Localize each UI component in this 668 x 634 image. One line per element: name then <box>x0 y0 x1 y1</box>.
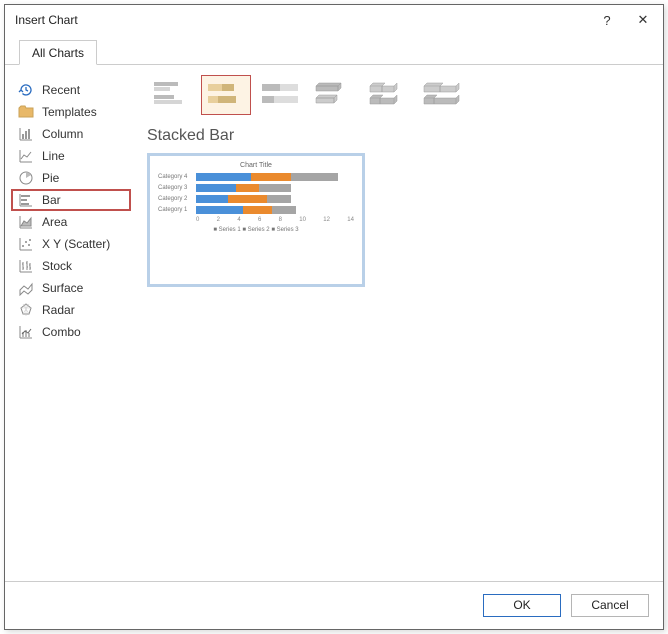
stock-icon <box>18 258 34 274</box>
category-column-label: Column <box>42 127 83 141</box>
pie-icon <box>18 170 34 186</box>
category-bar-label: Bar <box>42 193 61 207</box>
cancel-button-label: Cancel <box>591 598 628 612</box>
area-icon <box>18 214 34 230</box>
category-recent[interactable]: Recent <box>11 79 131 101</box>
help-icon: ? <box>603 13 610 28</box>
subtype-3d-100-stacked-bar[interactable] <box>417 75 467 115</box>
preview-row: Category 4 <box>158 173 354 181</box>
category-scatter[interactable]: X Y (Scatter) <box>11 233 131 255</box>
tab-strip: All Charts <box>5 37 663 65</box>
preview-bar-segment <box>243 206 271 214</box>
close-button[interactable]: ✕ <box>625 6 661 34</box>
preview-bar-segment <box>259 184 291 192</box>
axis-tick: 10 <box>299 217 306 223</box>
insert-chart-dialog: Insert Chart ? ✕ All Charts Recent Templ… <box>4 4 664 630</box>
column-icon <box>18 126 34 142</box>
ok-button[interactable]: OK <box>483 594 561 617</box>
axis-tick: 12 <box>323 217 330 223</box>
radar-icon <box>18 302 34 318</box>
preview-row-label: Category 2 <box>158 196 192 202</box>
chart-preview[interactable]: Chart Title Category 4Category 3Category… <box>147 153 365 287</box>
surface-icon <box>18 280 34 296</box>
axis-tick: 4 <box>237 217 240 223</box>
preview-row: Category 3 <box>158 184 354 192</box>
bar-icon <box>18 192 34 208</box>
category-combo-label: Combo <box>42 325 81 339</box>
preview-bar-segment <box>272 206 296 214</box>
recent-icon <box>18 82 34 98</box>
line-icon <box>18 148 34 164</box>
subtype-row <box>147 75 647 115</box>
preview-title: Chart Title <box>158 162 354 169</box>
subtype-100-stacked-bar[interactable] <box>255 75 305 115</box>
category-radar-label: Radar <box>42 303 75 317</box>
category-radar[interactable]: Radar <box>11 299 131 321</box>
axis-tick: 14 <box>347 217 354 223</box>
category-recent-label: Recent <box>42 83 80 97</box>
category-stock-label: Stock <box>42 259 72 273</box>
preview-bar-segment <box>196 173 251 181</box>
subtype-title: Stacked Bar <box>147 127 647 145</box>
preview-row-label: Category 4 <box>158 174 192 180</box>
help-button[interactable]: ? <box>589 6 625 34</box>
tab-all-charts-label: All Charts <box>32 46 84 60</box>
main-pane: Stacked Bar Chart Title Category 4Catego… <box>137 65 663 581</box>
category-templates[interactable]: Templates <box>11 101 131 123</box>
category-line[interactable]: Line <box>11 145 131 167</box>
preview-bar-segment <box>267 195 291 203</box>
axis-tick: 0 <box>196 217 199 223</box>
category-pie-label: Pie <box>42 171 59 185</box>
axis-tick: 8 <box>279 217 282 223</box>
preview-axis: 0 2 4 6 8 10 12 14 <box>196 217 354 223</box>
category-surface[interactable]: Surface <box>11 277 131 299</box>
ok-button-label: OK <box>513 598 530 612</box>
preview-stacked-bar <box>196 195 354 203</box>
preview-bar-segment <box>196 195 228 203</box>
category-scatter-label: X Y (Scatter) <box>42 237 110 251</box>
axis-tick: 6 <box>258 217 261 223</box>
preview-bar-segment <box>196 206 243 214</box>
preview-stacked-bar <box>196 184 354 192</box>
preview-stacked-bar <box>196 206 354 214</box>
templates-icon <box>18 104 34 120</box>
category-pie[interactable]: Pie <box>11 167 131 189</box>
axis-tick: 2 <box>217 217 220 223</box>
preview-bar-segment <box>228 195 268 203</box>
preview-bar-segment <box>196 184 236 192</box>
dialog-content: Recent Templates Column Line <box>5 65 663 581</box>
combo-icon <box>18 324 34 340</box>
preview-bar-segment <box>236 184 260 192</box>
preview-bars: Category 4 Category 3 Category 2 Category 1 <box>158 173 354 214</box>
preview-bar-segment <box>291 173 338 181</box>
category-area-label: Area <box>42 215 67 229</box>
preview-bar-segment <box>251 173 291 181</box>
preview-row: Category 2 <box>158 195 354 203</box>
dialog-title: Insert Chart <box>15 13 589 27</box>
category-surface-label: Surface <box>42 281 83 295</box>
preview-row-label: Category 3 <box>158 185 192 191</box>
cancel-button[interactable]: Cancel <box>571 594 649 617</box>
category-combo[interactable]: Combo <box>11 321 131 343</box>
subtype-3d-stacked-bar[interactable] <box>363 75 413 115</box>
category-line-label: Line <box>42 149 65 163</box>
subtype-stacked-bar[interactable] <box>201 75 251 115</box>
category-column[interactable]: Column <box>11 123 131 145</box>
category-area[interactable]: Area <box>11 211 131 233</box>
tab-all-charts[interactable]: All Charts <box>19 40 97 65</box>
preview-row: Category 1 <box>158 206 354 214</box>
category-list: Recent Templates Column Line <box>5 65 137 581</box>
close-icon: ✕ <box>638 12 649 28</box>
scatter-icon <box>18 236 34 252</box>
category-bar[interactable]: Bar <box>11 189 131 211</box>
category-templates-label: Templates <box>42 105 97 119</box>
preview-legend: ■ Series 1 ■ Series 2 ■ Series 3 <box>158 227 354 233</box>
title-bar: Insert Chart ? ✕ <box>5 5 663 35</box>
subtype-3d-clustered-bar[interactable] <box>309 75 359 115</box>
preview-stacked-bar <box>196 173 354 181</box>
subtype-clustered-bar[interactable] <box>147 75 197 115</box>
preview-row-label: Category 1 <box>158 207 192 213</box>
category-stock[interactable]: Stock <box>11 255 131 277</box>
dialog-footer: OK Cancel <box>5 581 663 629</box>
